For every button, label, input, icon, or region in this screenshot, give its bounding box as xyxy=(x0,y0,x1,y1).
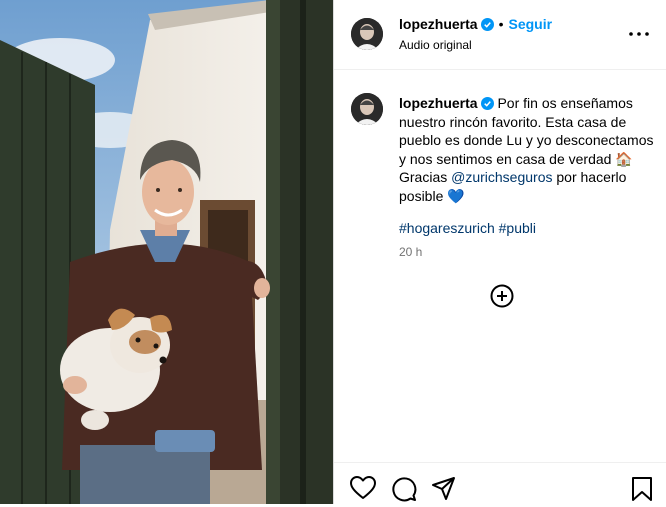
caption-body-2: Gracias xyxy=(399,169,448,185)
audio-label[interactable]: Audio original xyxy=(399,38,472,52)
house-emoji: 🏠 xyxy=(615,150,633,167)
heart-icon[interactable] xyxy=(350,476,376,502)
hashtag-link[interactable]: #hogareszurich xyxy=(399,220,495,236)
avatar-image xyxy=(351,93,383,125)
avatar[interactable] xyxy=(351,18,383,50)
more-options-icon[interactable] xyxy=(627,22,651,46)
verified-badge-icon xyxy=(480,18,494,31)
verified-badge-icon xyxy=(480,97,494,110)
post-header: lopezhuerta • Seguir Audio original xyxy=(334,0,666,70)
share-icon[interactable] xyxy=(431,476,457,502)
heart-emoji: 💙 xyxy=(447,187,465,204)
header-user-row: lopezhuerta • Seguir xyxy=(399,16,552,34)
add-circle-icon[interactable] xyxy=(490,284,514,308)
post-media-image[interactable] xyxy=(0,0,333,504)
hashtag-link[interactable]: #publi xyxy=(499,220,536,236)
follow-button[interactable]: Seguir xyxy=(508,16,552,32)
comment-icon[interactable] xyxy=(391,476,417,502)
mention-link[interactable]: @zurichseguros xyxy=(451,169,552,185)
username[interactable]: lopezhuerta xyxy=(399,16,478,32)
caption-avatar[interactable] xyxy=(351,93,383,125)
avatar-image xyxy=(351,18,383,50)
bookmark-icon[interactable] xyxy=(631,476,657,502)
hashtags: #hogareszurich #publi xyxy=(399,219,536,237)
post-timestamp[interactable]: 20 h xyxy=(399,245,422,259)
separator-dot: • xyxy=(498,16,504,32)
caption-username[interactable]: lopezhuerta xyxy=(399,95,478,111)
post-details-panel: lopezhuerta • Seguir Audio original lopezh… xyxy=(333,0,666,504)
caption-text: lopezhuerta Por fin os enseñamos nuestro… xyxy=(399,94,661,205)
action-bar xyxy=(334,462,666,504)
